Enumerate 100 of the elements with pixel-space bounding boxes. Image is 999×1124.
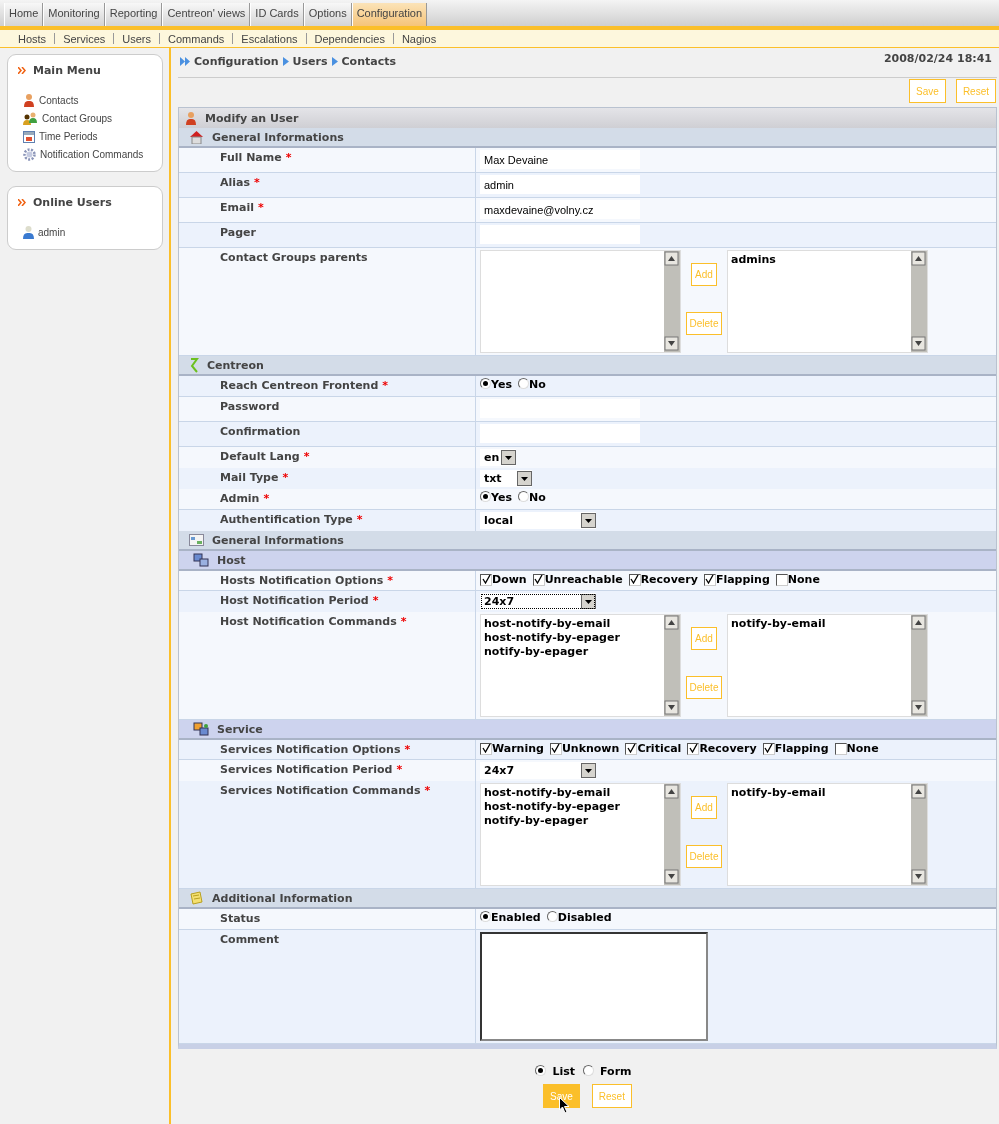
required-mark: * xyxy=(356,513,363,526)
checkbox[interactable] xyxy=(703,573,716,586)
submenu-link[interactable]: Commands xyxy=(160,32,233,45)
list-box[interactable]: notify-by-email xyxy=(727,614,928,717)
radio-button[interactable] xyxy=(480,377,491,389)
menu-link[interactable]: Time Periods xyxy=(39,130,98,142)
option-label: Flapping xyxy=(774,742,829,755)
option-label: None xyxy=(787,573,820,586)
select-field[interactable]: txt xyxy=(480,470,532,487)
list-box[interactable]: host-notify-by-email host-notify-by-epager notify-by-epager xyxy=(480,783,681,886)
checkbox[interactable] xyxy=(532,573,545,586)
checkbox[interactable] xyxy=(549,742,562,755)
menu-tab[interactable]: Centreon' views xyxy=(162,3,251,26)
menu-link[interactable]: admin xyxy=(38,226,66,238)
checkbox[interactable] xyxy=(834,742,847,755)
checkbox[interactable] xyxy=(625,742,638,755)
list-item[interactable]: host-notify-by-epager xyxy=(484,800,620,814)
option-label: None xyxy=(846,742,879,755)
field-label: Services Notification Options xyxy=(220,743,401,756)
field-label: Full Name xyxy=(220,151,282,164)
breadcrumb-link[interactable]: Users xyxy=(292,55,328,68)
scrollbar[interactable] xyxy=(911,615,927,716)
list-item[interactable]: notify-by-email xyxy=(731,617,826,631)
option-label: Yes xyxy=(491,378,512,391)
comment-field[interactable] xyxy=(480,932,708,1041)
field-label: Status xyxy=(220,912,261,925)
checkbox[interactable] xyxy=(480,573,492,586)
submenu-link[interactable]: Escalations xyxy=(233,32,306,45)
select-field[interactable]: en xyxy=(480,449,517,466)
radio-button[interactable] xyxy=(517,490,529,502)
form-title: Modify an User xyxy=(205,111,299,125)
list-item[interactable]: notify-by-email xyxy=(731,786,826,800)
user-icon xyxy=(23,225,34,239)
required-mark: * xyxy=(382,379,389,392)
submenu-link[interactable]: Services xyxy=(55,32,114,45)
list-item[interactable]: admins xyxy=(731,253,776,267)
field-label: Comment xyxy=(220,933,280,946)
checkbox[interactable] xyxy=(775,573,788,586)
menu-link[interactable]: Contact Groups xyxy=(42,112,113,124)
list-box[interactable]: notify-by-email xyxy=(727,783,928,886)
required-mark: * xyxy=(396,763,403,776)
scrollbar[interactable] xyxy=(911,251,927,352)
text-field[interactable]: Max Devaine xyxy=(480,150,640,169)
radio-button[interactable] xyxy=(546,910,558,922)
list-box[interactable]: admins xyxy=(727,250,928,353)
scrollbar[interactable] xyxy=(911,784,927,885)
option-label: Form xyxy=(600,1065,632,1078)
field-label: Alias xyxy=(220,176,251,189)
section-title: Service xyxy=(217,722,263,736)
menu-link[interactable]: Contacts xyxy=(39,94,79,106)
field-label: Reach Centreon Frontend xyxy=(220,379,379,392)
submenu-link[interactable]: Users xyxy=(114,32,160,45)
list-item[interactable]: notify-by-epager xyxy=(484,645,589,659)
select-field[interactable]: local xyxy=(480,512,596,529)
list-item[interactable]: notify-by-epager xyxy=(484,814,589,828)
radio-button[interactable] xyxy=(517,377,529,389)
checkbox[interactable] xyxy=(762,742,775,755)
checkbox[interactable] xyxy=(480,742,492,755)
calendar-icon xyxy=(23,129,35,143)
text-field[interactable]: maxdevaine@volny.cz xyxy=(480,200,640,219)
field-label: Pager xyxy=(220,226,256,239)
option-label: List xyxy=(552,1065,576,1078)
list-box[interactable]: host-notify-by-email host-notify-by-epager notify-by-epager xyxy=(480,614,681,717)
list-item[interactable]: host-notify-by-epager xyxy=(484,631,620,645)
field-label: Email xyxy=(220,201,254,214)
submenu-link[interactable]: Nagios xyxy=(393,32,445,45)
select-field[interactable]: 24x7 xyxy=(480,762,596,779)
people-icon xyxy=(23,111,38,125)
checkbox[interactable] xyxy=(687,742,700,755)
breadcrumb-link[interactable]: Contacts xyxy=(341,55,396,68)
menu-tab[interactable]: Options xyxy=(303,3,352,26)
list-item[interactable]: host-notify-by-email xyxy=(484,786,611,800)
scrollbar[interactable] xyxy=(664,784,680,885)
breadcrumb-link[interactable]: Configuration xyxy=(194,55,279,68)
menu-tab[interactable]: Home xyxy=(4,3,44,26)
text-field[interactable]: admin xyxy=(480,175,640,194)
scrollbar[interactable] xyxy=(664,615,680,716)
required-mark: * xyxy=(404,743,411,756)
radio-button[interactable] xyxy=(480,910,491,922)
field-label: Host Notification Period xyxy=(220,594,369,607)
radio-button[interactable] xyxy=(480,490,491,502)
menu-tab[interactable]: ID Cards xyxy=(250,3,304,26)
scrollbar[interactable] xyxy=(664,251,680,352)
checkbox[interactable] xyxy=(628,573,641,586)
list-item[interactable]: host-notify-by-email xyxy=(484,617,611,631)
submenu-link[interactable]: Dependencies xyxy=(306,32,393,45)
zigzag-icon xyxy=(189,357,199,373)
menu-tab[interactable]: Monitoring xyxy=(43,3,105,26)
option-label: Critical xyxy=(637,742,682,755)
radio-button[interactable] xyxy=(583,1064,595,1076)
submenu-link[interactable]: Hosts xyxy=(10,32,55,45)
field-label: Authentification Type xyxy=(220,513,353,526)
menu-tab[interactable]: Configuration xyxy=(351,3,428,26)
notepad-icon xyxy=(189,891,204,905)
select-field[interactable]: 24x7 xyxy=(480,593,596,610)
option-label: No xyxy=(528,491,546,504)
radio-button[interactable] xyxy=(535,1064,547,1076)
chevron-icon xyxy=(18,67,27,74)
menu-link[interactable]: Notification Commands xyxy=(40,148,144,160)
menu-tab[interactable]: Reporting xyxy=(104,3,163,26)
